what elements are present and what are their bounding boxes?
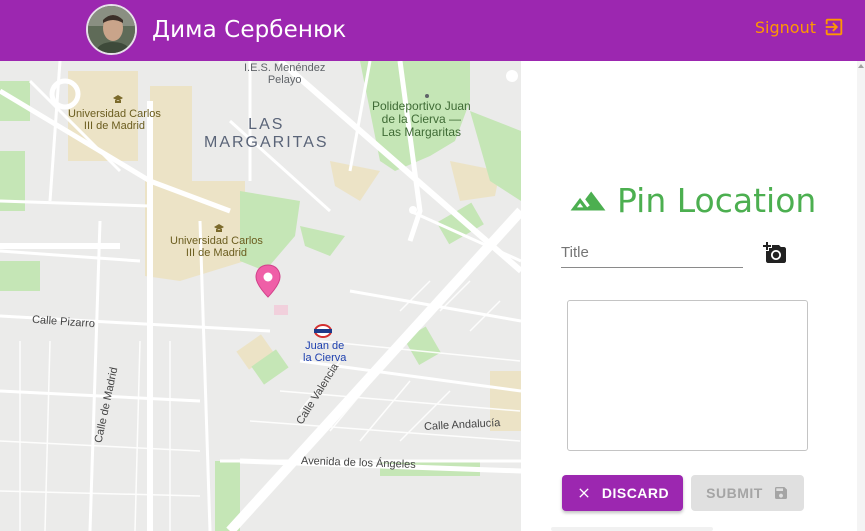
app-header: Дима Сербенюк Signout — [0, 0, 865, 61]
map-label-ies: I.E.S. Menéndez Pelayo — [244, 62, 325, 86]
panel-scrollbar[interactable] — [857, 61, 865, 531]
map-label-uc3m-mid: Universidad Carlos III de Madrid — [170, 235, 263, 259]
app-root: Дима Сербенюк Signout I.E.S. Menéndez Pe… — [0, 0, 865, 531]
map-label-uc3m-top-text: Universidad Carlos III de Madrid — [68, 108, 161, 133]
scroll-up-arrow-icon[interactable] — [858, 64, 864, 68]
signout-label: Signout — [754, 17, 816, 37]
close-icon — [579, 488, 589, 498]
map-label-metro-text: Juan de la Cierva — [303, 340, 347, 365]
map-label-metro-juan-de-la-cierva: Juan de la Cierva — [303, 340, 346, 364]
map-view[interactable]: I.E.S. Menéndez Pelayo Universidad Carlo… — [0, 61, 521, 531]
add-a-photo-icon — [763, 242, 786, 263]
map-label-polideportivo: Polideportivo Juan de la Cierva — Las Ma… — [372, 99, 471, 140]
description-textarea[interactable] — [567, 300, 808, 451]
terrain-icon — [570, 191, 606, 210]
avatar-photo — [88, 6, 135, 53]
title-field — [561, 237, 743, 268]
submit-button[interactable]: SUBMIT — [691, 475, 804, 511]
map-label-polideportivo-text: Polideportivo Juan de la Cierva — Las Ma… — [372, 99, 471, 140]
save-icon — [774, 487, 787, 499]
user-name: Дима Сербенюк — [152, 17, 347, 43]
map-label-ies-text: I.E.S. Menéndez Pelayo — [244, 62, 326, 87]
metro-icon — [314, 324, 332, 338]
user-avatar[interactable] — [86, 4, 137, 55]
title-input[interactable] — [561, 237, 743, 267]
pin-location-panel: Pin Location DISCARD SUBMIT — [521, 61, 865, 531]
map-label-las-margaritas: LAS MARGARITAS — [204, 116, 329, 151]
map-label-uc3m-top: Universidad Carlos III de Madrid — [68, 108, 161, 132]
add-photo-button[interactable] — [762, 241, 788, 270]
submit-label: SUBMIT — [706, 485, 763, 501]
panel-title: Pin Location — [569, 181, 816, 220]
panel-bottom-edge — [551, 527, 713, 531]
exit-to-app-icon — [825, 18, 843, 36]
panel-title-text: Pin Location — [617, 181, 817, 220]
signout-button[interactable]: Signout — [755, 16, 845, 38]
discard-button[interactable]: DISCARD — [562, 475, 683, 511]
discard-label: DISCARD — [601, 485, 670, 501]
map-label-uc3m-mid-text: Universidad Carlos III de Madrid — [170, 235, 263, 260]
map-label-las-margaritas-text: LAS MARGARITAS — [204, 116, 329, 151]
